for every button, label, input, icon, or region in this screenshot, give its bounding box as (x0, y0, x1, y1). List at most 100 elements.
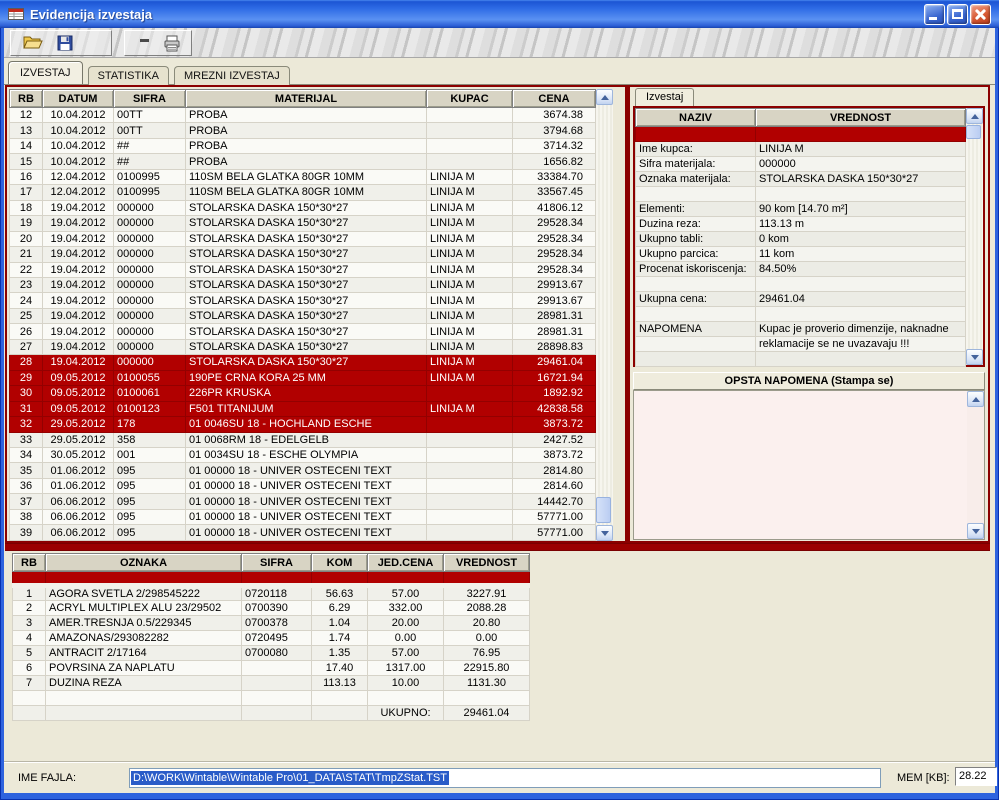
item-row[interactable]: 4 AMAZONAS/293082282 0720495 1.74 0.00 0… (13, 631, 530, 646)
item-row[interactable]: 3 AMER.TRESNJA 0.5/229345 0700378 1.04 2… (13, 616, 530, 631)
report-row[interactable]: 22 19.04.2012 000000 STOLARSKA DASKA 150… (10, 262, 596, 277)
cell-vrednost: 3227.91 (444, 586, 530, 601)
scrollbar-track[interactable] (966, 124, 983, 349)
item-row[interactable] (13, 572, 530, 586)
open-file-button[interactable] (21, 32, 45, 54)
tab-statistika[interactable]: STATISTIKA (88, 66, 169, 85)
detail-row[interactable] (636, 127, 966, 142)
cell-sifra: ## (114, 138, 186, 153)
report-row[interactable]: 13 10.04.2012 00TT PROBA 3794.68 (10, 123, 596, 138)
report-row[interactable]: 31 09.05.2012 0100123 F501 TITANIJUM LIN… (10, 401, 596, 416)
scrollbar-thumb[interactable] (596, 497, 611, 523)
cell-materijal: 01 00000 18 - UNIVER OSTECENI TEXT (186, 509, 427, 524)
cell-jed-cena (368, 572, 444, 586)
cell-oznaka: DUZINA REZA (46, 676, 242, 691)
cell-kupac: LINIJA M (427, 277, 513, 292)
report-row[interactable]: 29 09.05.2012 0100055 190PE CRNA KORA 25… (10, 370, 596, 385)
report-row[interactable]: 37 06.06.2012 095 01 00000 18 - UNIVER O… (10, 494, 596, 509)
close-button[interactable] (970, 4, 991, 25)
detail-row[interactable]: NAPOMENA Kupac je proverio dimenzije, na… (636, 322, 966, 337)
detail-row[interactable] (636, 352, 966, 367)
tab-izvestaj[interactable]: IZVESTAJ (8, 61, 83, 84)
cell-jed-cena: 0.00 (368, 631, 444, 646)
report-row[interactable]: 14 10.04.2012 ## PROBA 3714.32 (10, 138, 596, 153)
report-row[interactable]: 17 12.04.2012 0100995 110SM BELA GLATKA … (10, 185, 596, 200)
report-row[interactable]: 20 19.04.2012 000000 STOLARSKA DASKA 150… (10, 231, 596, 246)
detail-row[interactable] (636, 277, 966, 292)
horizontal-splitter[interactable] (5, 543, 990, 551)
report-row[interactable]: 21 19.04.2012 000000 STOLARSKA DASKA 150… (10, 247, 596, 262)
detail-row[interactable]: Ukupno tabli: 0 kom (636, 232, 966, 247)
save-button[interactable] (53, 32, 77, 54)
scroll-up-button[interactable] (966, 108, 983, 124)
scrollbar-thumb[interactable] (966, 125, 981, 139)
reports-scrollbar[interactable] (596, 89, 613, 541)
detail-row[interactable]: Oznaka materijala: STOLARSKA DASKA 150*3… (636, 172, 966, 187)
report-row[interactable]: 23 19.04.2012 000000 STOLARSKA DASKA 150… (10, 277, 596, 292)
maximize-button[interactable] (947, 4, 968, 25)
item-row[interactable] (13, 691, 530, 706)
report-row[interactable]: 12 10.04.2012 00TT PROBA 3674.38 (10, 108, 596, 123)
report-row[interactable]: 27 19.04.2012 000000 STOLARSKA DASKA 150… (10, 339, 596, 354)
item-row[interactable]: 6 POVRSINA ZA NAPLATU 17.40 1317.00 2291… (13, 661, 530, 676)
report-row[interactable]: 19 19.04.2012 000000 STOLARSKA DASKA 150… (10, 216, 596, 231)
report-row[interactable]: 24 19.04.2012 000000 STOLARSKA DASKA 150… (10, 293, 596, 308)
scroll-down-button[interactable] (966, 349, 983, 365)
item-row[interactable]: 2 ACRYL MULTIPLEX ALU 23/29502 0700390 6… (13, 601, 530, 616)
cell-jed-cena: 57.00 (368, 586, 444, 601)
detail-row[interactable]: Elementi: 90 kom [14.70 m²] (636, 202, 966, 217)
cell-materijal: 01 00000 18 - UNIVER OSTECENI TEXT (186, 525, 427, 541)
titlebar[interactable]: Evidencija izvestaja (0, 0, 999, 28)
upper-panel: RBDATUMSIFRAMATERIJALKUPACCENA 12 10.04.… (5, 85, 990, 543)
report-row[interactable]: 32 29.05.2012 178 01 0046SU 18 - HOCHLAN… (10, 417, 596, 432)
report-row[interactable]: 34 30.05.2012 001 01 0034SU 18 - ESCHE O… (10, 447, 596, 462)
report-row[interactable]: 16 12.04.2012 0100995 110SM BELA GLATKA … (10, 169, 596, 184)
detail-row[interactable]: Ime kupca: LINIJA M (636, 142, 966, 157)
detail-row[interactable]: Procenat iskoriscenja: 84.50% (636, 262, 966, 277)
item-row[interactable]: UKUPNO: 29461.04 (13, 706, 530, 721)
report-row[interactable]: 15 10.04.2012 ## PROBA 1656.82 (10, 154, 596, 169)
scroll-down-button[interactable] (967, 523, 984, 539)
remove-button[interactable] (135, 32, 154, 54)
item-row[interactable]: 5 ANTRACIT 2/17164 0700080 1.35 57.00 76… (13, 646, 530, 661)
report-row[interactable]: 26 19.04.2012 000000 STOLARSKA DASKA 150… (10, 324, 596, 339)
tab-izvestaj-detail[interactable]: Izvestaj (635, 88, 694, 106)
scroll-up-button[interactable] (967, 391, 984, 407)
report-row[interactable]: 39 06.06.2012 095 01 00000 18 - UNIVER O… (10, 525, 596, 541)
scrollbar-track[interactable] (596, 105, 613, 525)
item-row[interactable]: 1 AGORA SVETLA 2/298545222 0720118 56.63… (13, 586, 530, 601)
report-row[interactable]: 28 19.04.2012 000000 STOLARSKA DASKA 150… (10, 355, 596, 370)
cell-sifra: 000000 (114, 324, 186, 339)
tabstrip: IZVESTAJ STATISTIKA MREZNI IZVESTAJ (4, 58, 995, 85)
report-row[interactable]: 33 29.05.2012 358 01 0068RM 18 - EDELGEL… (10, 432, 596, 447)
print-button[interactable] (162, 32, 181, 54)
scrollbar-track[interactable] (967, 407, 984, 523)
detail-row[interactable]: reklamacije se ne uvazavaju !!! (636, 337, 966, 352)
cell-sifra: 000000 (114, 247, 186, 262)
detail-row[interactable]: Ukupna cena: 29461.04 (636, 292, 966, 307)
item-row[interactable]: 7 DUZINA REZA 113.13 10.00 1131.30 (13, 676, 530, 691)
cell-rb: 32 (10, 417, 43, 432)
report-row[interactable]: 35 01.06.2012 095 01 00000 18 - UNIVER O… (10, 463, 596, 478)
printer-icon (163, 35, 181, 52)
opsta-scrollbar[interactable] (967, 391, 984, 539)
report-row[interactable]: 36 01.06.2012 095 01 00000 18 - UNIVER O… (10, 478, 596, 493)
opsta-napomena-textarea[interactable] (634, 391, 967, 539)
detail-row[interactable]: Duzina reza: 113.13 m (636, 217, 966, 232)
report-row[interactable]: 18 19.04.2012 000000 STOLARSKA DASKA 150… (10, 200, 596, 215)
detail-row[interactable] (636, 307, 966, 322)
detail-row[interactable]: Ukupno parcica: 11 kom (636, 247, 966, 262)
minimize-button[interactable] (924, 4, 945, 25)
report-row[interactable]: 38 06.06.2012 095 01 00000 18 - UNIVER O… (10, 509, 596, 524)
cell-kupac (427, 432, 513, 447)
report-row[interactable]: 30 09.05.2012 0100061 226PR KRUSKA 1892.… (10, 386, 596, 401)
detail-scrollbar[interactable] (966, 108, 983, 365)
report-row[interactable]: 25 19.04.2012 000000 STOLARSKA DASKA 150… (10, 308, 596, 323)
scroll-down-button[interactable] (596, 525, 613, 541)
detail-row[interactable]: Sifra materijala: 000000 (636, 157, 966, 172)
file-path-input[interactable]: D:\WORK\Wintable\Wintable Pro\01_DATA\ST… (129, 768, 881, 788)
tab-mrezni-izvestaj[interactable]: MREZNI IZVESTAJ (174, 66, 290, 85)
scroll-up-button[interactable] (596, 89, 613, 105)
detail-row[interactable] (636, 187, 966, 202)
cell-cena: 29528.34 (513, 231, 596, 246)
